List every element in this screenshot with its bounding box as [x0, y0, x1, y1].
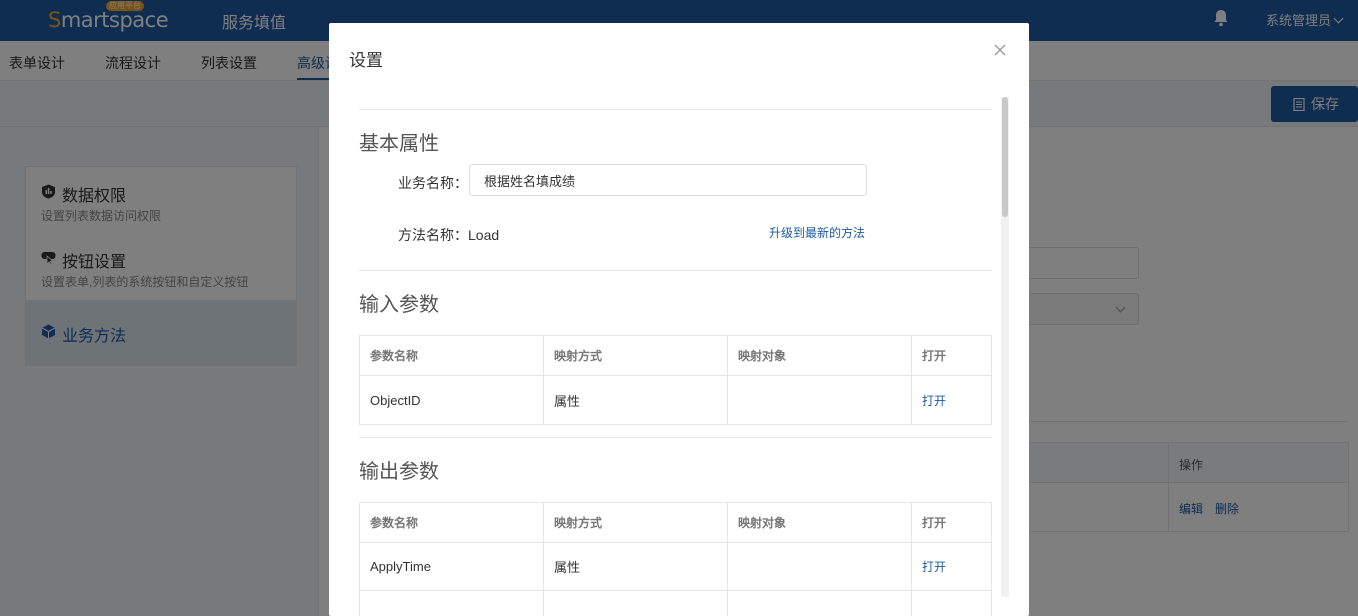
action-cell: 打开 — [912, 543, 991, 590]
method-name-text: 方法名称：Load — [398, 227, 500, 243]
mapping-cell: 属性 — [544, 543, 728, 590]
column-header: 参数名称 — [360, 503, 544, 542]
divider — [359, 437, 992, 438]
upgrade-method-link[interactable]: 升级到最新的方法 — [769, 224, 865, 241]
param-name-cell: ApplyTime — [360, 543, 544, 590]
output-params-heading: 输出参数 — [359, 461, 439, 483]
table-row: ApplyTime 属性 打开 — [360, 543, 991, 591]
input-params-heading: 输入参数 — [359, 294, 439, 316]
column-header: 映射对象 — [728, 336, 912, 375]
business-name-input[interactable]: 根据姓名填成绩 — [469, 164, 867, 196]
settings-dialog: 设置 基本属性 业务名称： 根据姓名填成绩 方法名称：Load 升级到最新的方法… — [329, 23, 1029, 616]
column-header: 映射对象 — [728, 503, 912, 542]
column-header: 参数名称 — [360, 336, 544, 375]
output-params-table: 参数名称 映射方式 映射对象 打开 ApplyTime 属性 打开 — [359, 502, 992, 616]
scrollbar-thumb[interactable] — [1002, 97, 1008, 217]
table-header-row: 参数名称 映射方式 映射对象 打开 — [360, 336, 991, 376]
mapping-cell: 属性 — [544, 376, 728, 424]
basic-properties-heading: 基本属性 — [359, 133, 439, 155]
dialog-title: 设置 — [349, 51, 383, 70]
table-row: ObjectID 属性 打开 — [360, 376, 991, 424]
table-row — [360, 591, 991, 616]
table-header-row: 参数名称 映射方式 映射对象 打开 — [360, 503, 991, 543]
target-cell — [728, 543, 912, 590]
business-name-value: 根据姓名填成绩 — [484, 173, 576, 189]
action-cell: 打开 — [912, 376, 991, 424]
business-name-label: 业务名称： — [398, 175, 468, 191]
column-header: 映射方式 — [544, 336, 728, 375]
open-link[interactable]: 打开 — [922, 558, 946, 575]
input-params-table: 参数名称 映射方式 映射对象 打开 ObjectID 属性 打开 — [359, 335, 992, 425]
column-header: 打开 — [922, 516, 947, 530]
column-header: 打开 — [922, 349, 947, 363]
divider — [359, 270, 992, 271]
target-cell — [728, 376, 912, 424]
open-link[interactable]: 打开 — [922, 392, 946, 409]
divider — [359, 109, 992, 110]
column-header: 映射方式 — [544, 503, 728, 542]
param-name-cell: ObjectID — [360, 376, 544, 424]
close-icon[interactable] — [993, 43, 1007, 57]
